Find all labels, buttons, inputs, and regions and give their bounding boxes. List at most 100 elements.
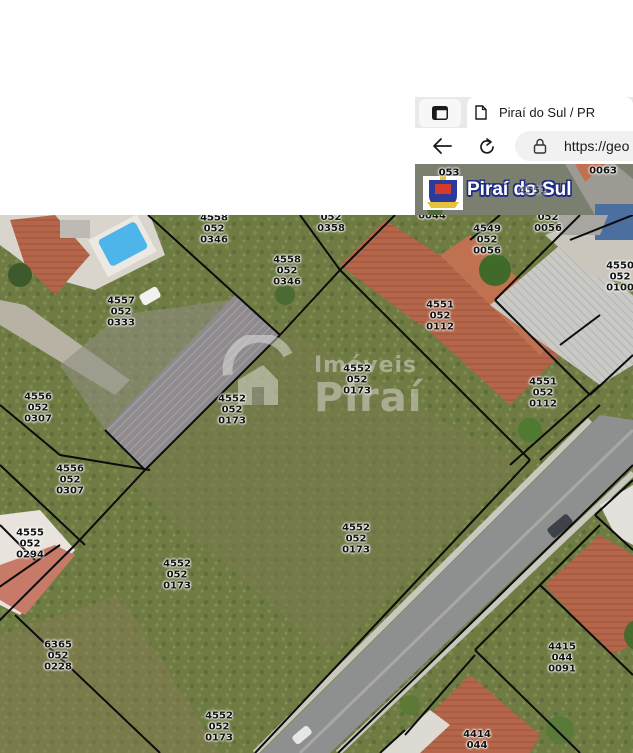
parcel-label-p12[interactable]: 4552 052 0173 [218,394,246,427]
parcel-code-line: 0173 [163,580,191,592]
parcel-code-line: 0228 [44,661,72,673]
parcel-code-line: 0346 [200,234,228,246]
parcel-code-line: 4552 [342,522,370,534]
parcel-label-p6[interactable]: 4550 052 0100 [606,261,633,294]
parcel-label-p16[interactable]: 4555 052 0294 [16,528,44,561]
parcel-code-line: 0333 [107,317,135,329]
page-icon [475,105,487,120]
parcel-code-line: 6365 [44,639,72,651]
parcel-label-p8[interactable]: 4557 052 0333 [107,296,135,329]
parcel-code-line: 4415 [548,641,576,653]
parcel-code-line: 0091 [548,663,576,675]
parcel-code-line: 0346 [273,276,301,288]
parcel-code-line: 4551 [426,299,454,311]
coat-of-arms-icon [423,176,463,210]
parcel-label-p3[interactable]: 0044 [418,215,446,222]
parcel-code-line: 0173 [342,544,370,556]
parcel-code-line: 052 [47,650,69,662]
parcel-code-line: 4550 [606,260,633,272]
parcel-code-line: 052 [320,215,342,223]
tab-active[interactable]: Piraí do Sul / PR [467,97,633,128]
parcel-code-line: 052 [203,223,225,235]
parcel-code-line: 052 [276,265,298,277]
parcel-code-line: 0044 [418,215,446,222]
parcel-code-line: 052 [110,306,132,318]
back-arrow-icon[interactable] [431,137,453,155]
address-bar[interactable]: https://geo [515,131,633,161]
parcel-code-line: 4414 [463,729,491,740]
parcel-label-p4[interactable]: 4549 052 0056 [473,224,501,257]
parcel-code-line: 052 [537,215,559,223]
parcel-code-line: 044 [551,652,573,664]
parcel-code-line: 4556 [24,391,52,403]
parcel-label-p20[interactable]: 4552 052 0173 [205,711,233,744]
strip-label-4551: 4551 [519,185,547,197]
parcel-code-line: 0307 [24,413,52,425]
parcel-code-line: 0307 [56,485,84,497]
parcel-code-line: 4558 [273,254,301,266]
parcel-code-line: 052 [208,721,230,733]
parcel-label-p13[interactable]: 4556 052 0307 [24,392,52,425]
parcel-code-line: 4552 [163,558,191,570]
strip-label-0063: 0063 [589,165,617,177]
parcel-code-line: 4552 [218,393,246,405]
url-text[interactable]: https://geo [564,138,629,154]
parcel-label-p10[interactable]: 4552 052 0173 [343,364,371,397]
parcel-code-line: 0294 [16,549,44,561]
parcel-code-line: 0056 [534,223,562,234]
parcel-label-p17[interactable]: 4552 052 0173 [163,559,191,592]
parcel-label-p2[interactable]: 052 0358 [317,215,345,234]
parcel-label-p21[interactable]: 4414 044 [463,729,491,751]
site-header: Piraí do Sul 053 0063 4551 [415,164,633,215]
strip-label-053: 053 [438,167,460,179]
parcel-code-line: 052 [476,234,498,246]
parcel-code-line: 052 [532,387,554,399]
parcel-label-p11[interactable]: 4551 052 0112 [529,377,557,410]
lock-icon[interactable] [533,138,547,154]
parcel-code-line: 052 [346,374,368,386]
parcel-code-line: 4555 [16,527,44,539]
parcel-code-line: 0173 [218,415,246,427]
parcel-code-line: 0358 [317,223,345,234]
aerial-imagery [0,215,633,753]
browser-toolbar: https://geo [415,128,633,164]
parcel-code-line: 0173 [205,732,233,744]
parcel-code-line: 0112 [529,398,557,410]
parcel-label-p1[interactable]: 4558 052 0346 [200,215,228,246]
parcel-code-line: 052 [221,404,243,416]
parcel-label-p5[interactable]: 052 0056 [534,215,562,234]
parcel-label-p15[interactable]: 4552 052 0173 [342,523,370,556]
parcel-code-line: 052 [166,569,188,581]
parcel-code-line: 052 [59,474,81,486]
parcel-code-line: 4558 [200,215,228,224]
tab-actions-button[interactable] [419,99,461,127]
parcel-code-line: 052 [345,533,367,545]
parcel-code-line: 044 [466,740,488,751]
parcel-code-line: 4556 [56,463,84,475]
parcel-label-p14[interactable]: 4556 052 0307 [56,464,84,497]
parcel-code-line: 0100 [606,282,633,294]
parcel-label-p19[interactable]: 6365 052 0228 [44,640,72,673]
aerial-map[interactable]: Imóveis Piraí 4558 052 0346 052 0358 0044 4… [0,215,633,753]
parcel-code-line: 0112 [426,321,454,333]
parcel-code-line: 052 [429,310,451,322]
parcel-code-line: 052 [27,402,49,414]
site-logo[interactable]: Piraí do Sul [423,176,572,210]
browser-window: Piraí do Sul / PR https://geo Piraí do S… [415,97,633,215]
refresh-icon[interactable] [477,137,497,157]
tab-bar: Piraí do Sul / PR [415,97,633,128]
tab-title: Piraí do Sul / PR [499,105,596,120]
parcel-code-line: 4551 [529,376,557,388]
parcel-label-p18[interactable]: 4415 044 0091 [548,642,576,675]
parcel-label-p7[interactable]: 4558 052 0346 [273,255,301,288]
parcel-code-line: 052 [609,271,631,283]
parcel-code-line: 4549 [473,223,501,235]
parcel-code-line: 4552 [343,363,371,375]
parcel-code-line: 0056 [473,245,501,257]
tab-actions-icon [432,106,448,120]
parcel-code-line: 4557 [107,295,135,307]
parcel-code-line: 4552 [205,710,233,722]
parcel-label-p9[interactable]: 4551 052 0112 [426,300,454,333]
parcel-code-line: 052 [19,538,41,550]
parcel-code-line: 0173 [343,385,371,397]
